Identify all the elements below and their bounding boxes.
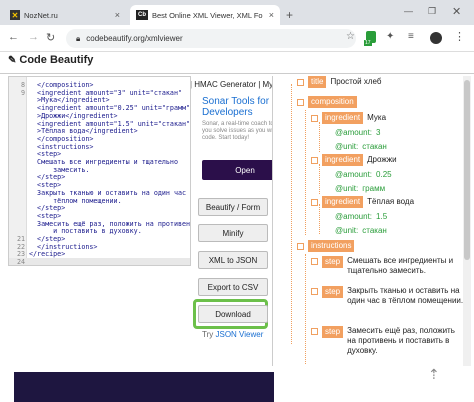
beautify-button[interactable]: Beautify / Form [198,198,268,216]
tag-badge: ingredient [322,196,364,208]
lock-icon: 🔒︎ [76,33,81,43]
tree-node-ingredient[interactable]: ingredient Мука [311,112,386,124]
node-value: Дрожжи [367,155,397,164]
tag-badge: step [322,286,344,298]
minimize-icon[interactable]: — [404,6,413,16]
xml-to-json-button[interactable]: XML to JSON [198,251,268,269]
tree-node-title[interactable]: title Простой хлеб [297,76,381,88]
bottom-ad-banner[interactable] [14,372,274,402]
url-text: codebeautify.org/xmlviewer [86,34,183,43]
collapse-toggle[interactable] [311,114,318,122]
tab-label: NozNet.ru [24,10,58,20]
json-viewer-link[interactable]: JSON Viewer [216,330,264,339]
collapse-toggle[interactable] [311,156,318,164]
menu-kebab-icon[interactable]: ⋮ [454,30,465,43]
tree-node-composition[interactable]: composition [297,96,357,108]
logo-mark-icon: ✎ [8,54,17,66]
maximize-icon[interactable]: ❐ [428,6,436,17]
new-tab-icon[interactable]: + [286,8,293,22]
tag-badge: step [322,326,344,338]
tree-node-ingredient[interactable]: ingredient Дрожжи [311,154,397,166]
export-csv-button[interactable]: Export to CSV [198,278,268,296]
close-tab-icon[interactable]: × [269,10,274,20]
try-json-viewer: Try JSON Viewer [202,330,264,339]
xml-tree-view[interactable]: title Простой хлеб composition ingredien… [272,76,466,366]
tag-badge: step [322,256,344,268]
collapse-toggle[interactable] [297,78,304,86]
profile-avatar[interactable] [430,32,442,44]
collapse-toggle[interactable] [297,98,304,106]
collapse-toggle[interactable] [311,198,318,206]
scrollbar-thumb[interactable] [464,80,470,260]
node-value: Простой хлеб [330,77,382,86]
tree-node-instructions[interactable]: instructions [297,240,355,252]
node-value: Смешать все ингредиенты и тщательно заме… [347,256,454,275]
attr-unit: @unit: грамм [335,184,386,193]
attr-amount: @amount: 3 [335,128,381,137]
close-tab-icon[interactable]: × [115,10,120,20]
extension-badge: 17 [364,40,372,46]
node-value: Мука [367,113,387,122]
reload-icon[interactable]: ↻ [46,31,55,44]
tab-label: Best Online XML Viewer, XML Fo [152,10,263,20]
extensions-puzzle-icon[interactable]: ✦ [386,31,394,42]
tab-codebeautify[interactable]: Cb Best Online XML Viewer, XML Fo × [130,5,280,25]
forward-icon[interactable]: → [28,31,39,43]
tag-badge: instructions [308,240,355,252]
xml-editor[interactable]: 8 </composition> 9 <ingredient amount="3"… [8,76,191,266]
node-value: Тёплая вода [367,197,415,206]
address-bar[interactable]: 🔒︎ codebeautify.org/xmlviewer [66,29,356,48]
tree-node-ingredient[interactable]: ingredient Тёплая вода [311,196,414,208]
attr-unit: @unit: стакан [335,142,387,151]
node-value: Закрыть тканью и оставить на один час в … [347,286,464,305]
editor-line[interactable]: 24 [9,258,190,266]
tree-node-step[interactable]: step Смешать все ингредиенты и тщательно… [311,256,465,276]
back-icon[interactable]: ← [8,31,19,43]
node-value: Замесить ещё раз, положить на противень … [347,326,455,355]
media-icon[interactable]: ≡ [408,31,414,42]
tab-noznet[interactable]: ✕ NozNet.ru × [4,5,126,25]
tag-badge: composition [308,96,357,108]
site-logo[interactable]: ✎ Code Beautify [8,54,93,66]
cb-favicon-icon: Cb [136,10,148,20]
scroll-top-icon[interactable]: ⇡ [428,366,440,383]
collapse-toggle[interactable] [297,242,304,250]
tree-node-step[interactable]: step Замесить ещё раз, положить на проти… [311,326,465,356]
collapse-toggle[interactable] [311,288,318,295]
collapse-toggle[interactable] [311,328,318,335]
tree-node-step[interactable]: step Закрыть тканью и оставить на один ч… [311,286,465,306]
attr-amount: @amount: 0.25 [335,170,392,179]
download-button[interactable]: Download [198,305,268,323]
attr-amount: @amount: 1.5 [335,212,388,221]
attr-unit: @unit: стакан [335,226,387,235]
collapse-toggle[interactable] [311,258,318,265]
bookmark-star-icon[interactable]: ☆ [346,31,355,42]
minify-button[interactable]: Minify [198,224,268,242]
tag-badge: ingredient [322,112,364,124]
noznet-favicon-icon: ✕ [10,10,20,20]
tag-badge: title [308,76,327,88]
close-window-icon[interactable]: ✕ [452,5,461,18]
line-number: 24 [16,258,25,266]
tag-badge: ingredient [322,154,364,166]
logo-text: Code Beautify [19,54,94,66]
